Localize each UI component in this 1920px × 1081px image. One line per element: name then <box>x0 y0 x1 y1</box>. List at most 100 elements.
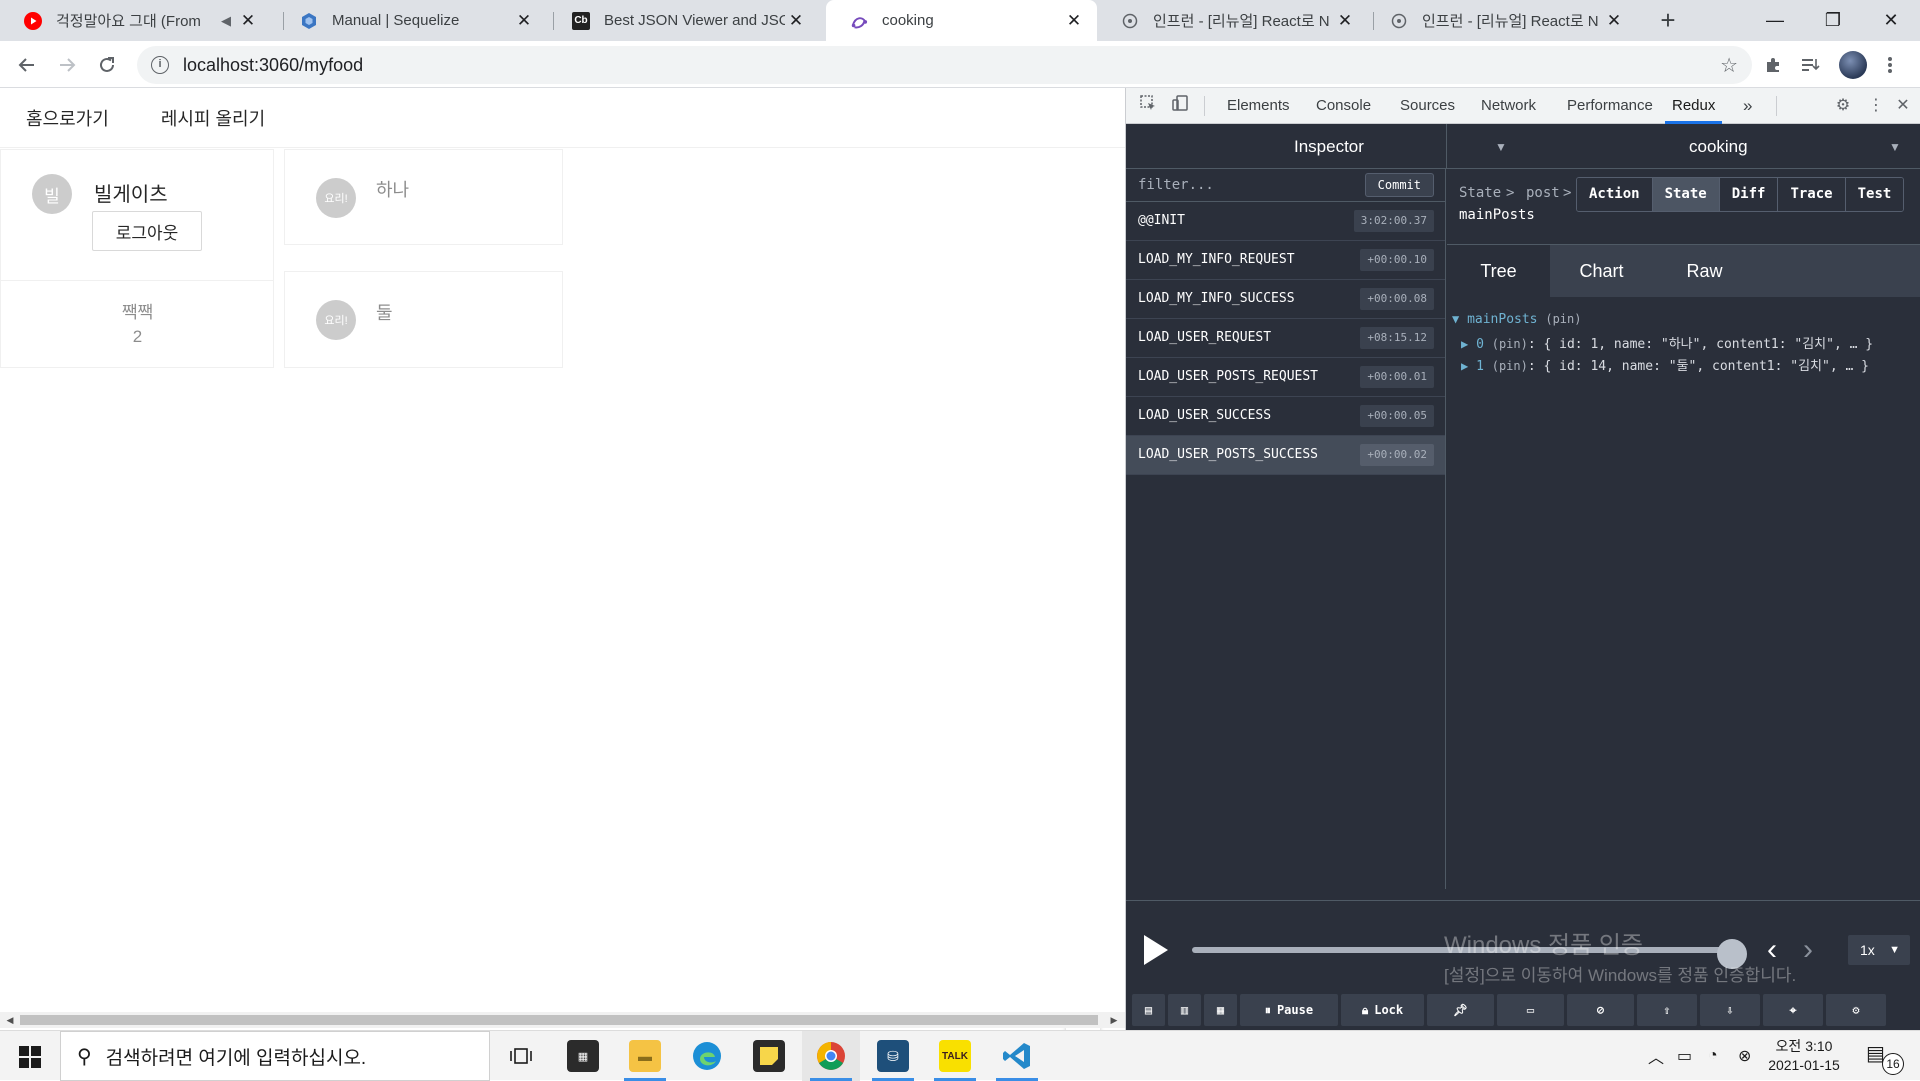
tab-sources[interactable]: Sources <box>1400 88 1455 124</box>
chrome-menu-icon[interactable] <box>1873 48 1907 82</box>
import-icon[interactable]: ⇩ <box>1700 994 1760 1026</box>
reading-list-icon[interactable] <box>1793 48 1827 82</box>
post-card[interactable]: 요리! 둘 <box>284 271 563 368</box>
tree-pin[interactable]: (pin) <box>1492 359 1528 373</box>
upload-recipe-link[interactable]: 레시피 올리기 <box>161 105 265 131</box>
file-explorer-icon[interactable]: ▬ <box>616 1031 674 1081</box>
chart-monitor-icon[interactable]: ▦ <box>1204 994 1237 1026</box>
settings-icon[interactable]: ⚙ <box>1826 994 1886 1026</box>
close-window-button[interactable]: ✕ <box>1862 0 1920 41</box>
post-card[interactable]: 요리! 하나 <box>284 149 563 245</box>
inspect-element-icon[interactable] <box>1136 94 1160 118</box>
browser-tab[interactable]: Manual | Sequelize ✕ <box>276 0 547 41</box>
home-link[interactable]: 홈으로가기 <box>26 105 109 131</box>
state-tab-button[interactable]: State <box>1652 178 1720 211</box>
keyboard-icon[interactable]: ▭ <box>1497 994 1564 1026</box>
chart-view-tab[interactable]: Chart <box>1550 245 1653 297</box>
tree-view-tab[interactable]: Tree <box>1447 245 1550 297</box>
browser-tab[interactable]: 인프런 - [리뉴얼] React로 N ✕ <box>1366 0 1637 41</box>
pin-icon[interactable]: 📌︎ <box>1427 994 1494 1026</box>
caret-down-icon[interactable]: ▼ <box>1889 140 1901 154</box>
action-filter[interactable]: filter... Commit <box>1126 169 1445 202</box>
instance-select[interactable]: cooking <box>1689 124 1748 169</box>
close-tab-icon[interactable]: ✕ <box>237 11 259 31</box>
breadcrumb-root[interactable]: State <box>1459 185 1501 201</box>
bookmark-star-icon[interactable]: ☆ <box>1720 53 1738 78</box>
kakaotalk-icon[interactable]: TALK <box>926 1031 984 1081</box>
browser-tab[interactable]: Cb Best JSON Viewer and JSON ✕ <box>548 0 819 41</box>
monitor-select[interactable]: Inspector <box>1294 124 1364 169</box>
action-row[interactable]: LOAD_USER_POSTS_REQUEST +00:00.01 <box>1126 358 1445 397</box>
action-row[interactable]: LOAD_USER_POSTS_SUCCESS +00:00.02 <box>1126 436 1445 475</box>
action-row[interactable]: LOAD_MY_INFO_SUCCESS +00:00.08 <box>1126 280 1445 319</box>
tab-elements[interactable]: Elements <box>1227 88 1290 124</box>
address-bar[interactable]: i localhost:3060/myfood ☆ <box>137 46 1752 84</box>
tree-node[interactable]: ▶ 0 (pin): { id: 1, name: "하나", content1… <box>1461 333 1873 352</box>
export-icon[interactable]: ⇧ <box>1637 994 1697 1026</box>
store-icon[interactable]: ▦ <box>554 1031 612 1081</box>
settings-gear-icon[interactable]: ⚙ <box>1831 94 1855 118</box>
close-tab-icon[interactable]: ✕ <box>1334 11 1356 31</box>
persist-icon[interactable]: ⊘ <box>1567 994 1634 1026</box>
system-clock[interactable]: 오전 3:10 2021-01-15 <box>1756 1037 1852 1075</box>
forward-icon[interactable] <box>50 48 84 82</box>
commit-button[interactable]: Commit <box>1364 173 1434 197</box>
browser-tab[interactable]: 인프런 - [리뉴얼] React로 N ✕ <box>1097 0 1368 41</box>
step-back-icon[interactable]: ‹ <box>1767 933 1777 967</box>
action-row[interactable]: LOAD_MY_INFO_REQUEST +00:00.10 <box>1126 241 1445 280</box>
mysql-workbench-icon[interactable]: ⛁ <box>864 1031 922 1081</box>
browser-tab-active[interactable]: cooking ✕ <box>826 0 1097 41</box>
action-row[interactable]: LOAD_USER_SUCCESS +00:00.05 <box>1126 397 1445 436</box>
close-tab-icon[interactable]: ✕ <box>513 11 535 31</box>
more-tabs-button[interactable]: » <box>1743 88 1752 124</box>
filter-input[interactable]: filter... <box>1138 177 1214 193</box>
action-tab-button[interactable]: Action <box>1577 178 1653 211</box>
remote-icon[interactable]: ⌖ <box>1763 994 1823 1026</box>
log-monitor-icon[interactable]: ▤ <box>1132 994 1165 1026</box>
speed-select[interactable]: 1x ▼ <box>1848 935 1910 965</box>
tree-root-node[interactable]: ▼ mainPosts (pin) <box>1452 312 1581 327</box>
sticky-notes-icon[interactable] <box>740 1031 798 1081</box>
test-tab-button[interactable]: Test <box>1845 178 1904 211</box>
browser-tab[interactable]: 걱정말아요 그대 (From ◀︎ ✕ <box>0 0 271 41</box>
device-toolbar-icon[interactable] <box>1168 94 1192 118</box>
new-tab-button[interactable]: + <box>1652 4 1684 36</box>
vscode-icon[interactable] <box>988 1031 1046 1081</box>
lock-button[interactable]: 🔒︎ Lock <box>1341 994 1424 1026</box>
battery-icon[interactable]: ▭ <box>1677 1031 1692 1081</box>
diff-tab-button[interactable]: Diff <box>1719 178 1779 211</box>
volume-muted-icon[interactable]: ⊗ <box>1738 1031 1751 1081</box>
devtools-menu-icon[interactable]: ⋮ <box>1864 94 1888 118</box>
collapsed-arrow-icon[interactable]: ▶ <box>1461 337 1468 351</box>
expanded-arrow-icon[interactable]: ▼ <box>1452 312 1459 326</box>
close-tab-icon[interactable]: ✕ <box>1603 11 1625 31</box>
show-hidden-icons[interactable]: ︿ <box>1648 1031 1664 1081</box>
caret-down-icon[interactable]: ▼ <box>1495 140 1507 154</box>
tree-node[interactable]: ▶ 1 (pin): { id: 14, name: "둘", content1… <box>1461 355 1869 374</box>
extensions-icon[interactable] <box>1756 48 1790 82</box>
task-view-icon[interactable] <box>492 1031 550 1081</box>
tab-performance[interactable]: Performance <box>1567 88 1653 124</box>
pause-button[interactable]: ⏸ Pause <box>1240 994 1338 1026</box>
action-row[interactable]: LOAD_USER_REQUEST +08:15.12 <box>1126 319 1445 358</box>
close-tab-icon[interactable]: ✕ <box>1063 11 1085 31</box>
raw-view-tab[interactable]: Raw <box>1653 245 1756 297</box>
breadcrumb-post[interactable]: post <box>1526 185 1560 201</box>
site-info-icon[interactable]: i <box>151 56 169 74</box>
tree-pin[interactable]: (pin) <box>1492 337 1528 351</box>
logout-button[interactable]: 로그아웃 <box>92 211 202 251</box>
close-tab-icon[interactable]: ✕ <box>785 11 807 31</box>
taskbar-search[interactable]: ⚲ 검색하려면 여기에 입력하십시오. <box>60 1031 490 1081</box>
action-row[interactable]: @@INIT 3:02:00.37 <box>1126 202 1445 241</box>
inspector-monitor-icon[interactable]: ▥ <box>1168 994 1201 1026</box>
speaker-icon[interactable]: ◀︎ <box>215 13 237 29</box>
close-devtools-icon[interactable]: ✕ <box>1891 94 1915 118</box>
reload-icon[interactable] <box>90 48 124 82</box>
scroll-left-icon[interactable]: ◀ <box>3 1012 17 1028</box>
back-icon[interactable] <box>10 48 44 82</box>
edge-icon[interactable] <box>678 1031 736 1081</box>
notification-center-icon[interactable]: ▤ 16 <box>1866 1041 1904 1075</box>
trace-tab-button[interactable]: Trace <box>1778 178 1846 211</box>
tree-pin[interactable]: (pin) <box>1545 312 1581 326</box>
tab-redux[interactable]: Redux <box>1665 88 1723 124</box>
